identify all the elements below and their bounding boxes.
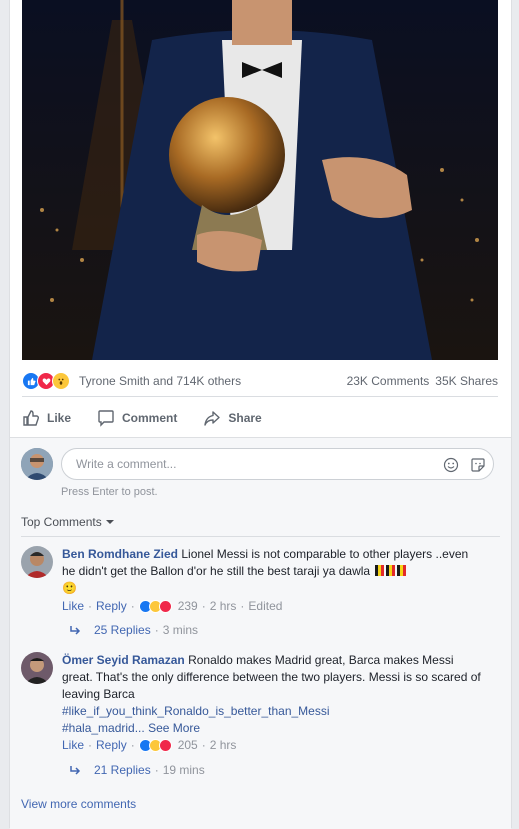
- separator-dot: ·: [154, 623, 159, 637]
- reply-arrow-icon: [70, 766, 81, 775]
- comment-input[interactable]: [74, 456, 438, 472]
- comment-body: Ben Romdhane Zied Lionel Messi is not co…: [62, 546, 482, 597]
- share-label: Share: [228, 411, 262, 425]
- reply-arrow-icon: [70, 626, 81, 635]
- like-button[interactable]: Like: [22, 409, 71, 427]
- view-more-comments-link[interactable]: View more comments: [21, 797, 136, 811]
- comment-reactions-icon[interactable]: [138, 738, 172, 752]
- share-button[interactable]: Share: [203, 409, 262, 427]
- separator-dot: ·: [130, 599, 135, 613]
- divider: [21, 536, 500, 537]
- composer-hint: Press Enter to post.: [61, 486, 158, 498]
- separator-dot: ·: [130, 738, 135, 752]
- view-replies-link[interactable]: 21 Replies: [94, 763, 151, 777]
- post-card: Tyrone Smith and 714K others 23K Comment…: [9, 0, 512, 829]
- separator-dot: ·: [88, 599, 93, 613]
- comment-reactions-icon[interactable]: [138, 599, 172, 613]
- comment-bubble-icon: [98, 410, 114, 427]
- thumbs-up-icon: [23, 410, 40, 426]
- comment-composer: [61, 448, 494, 480]
- replies-time: 3 mins: [162, 623, 199, 637]
- reaction-icons[interactable]: [22, 372, 70, 390]
- comments-section: Press Enter to post. Top Comments Ben Ro…: [10, 437, 511, 829]
- ballon-dor-photo: [22, 0, 498, 360]
- view-replies-link[interactable]: 25 Replies: [94, 623, 151, 637]
- comment-reaction-count[interactable]: 205: [178, 738, 198, 752]
- wow-reaction-icon: [52, 372, 70, 390]
- belgium-flag-icon: [397, 565, 407, 576]
- comment-reply-link[interactable]: Reply: [96, 599, 127, 613]
- belgium-flag-icon: [375, 565, 385, 576]
- commenter-avatar[interactable]: [21, 652, 53, 684]
- post-actions: Like Comment Share: [22, 404, 498, 432]
- sort-label: Top Comments: [21, 515, 102, 529]
- comments-count[interactable]: 23K Comments: [347, 374, 430, 388]
- comment-time[interactable]: 2 hrs: [210, 599, 237, 613]
- comment-like-link[interactable]: Like: [62, 599, 84, 613]
- separator-dot: ·: [240, 599, 245, 613]
- comment-item: Ben Romdhane Zied Lionel Messi is not co…: [21, 546, 491, 641]
- top-comments-dropdown[interactable]: Top Comments: [21, 515, 114, 529]
- comment-time[interactable]: 2 hrs: [210, 738, 237, 752]
- avatar[interactable]: [21, 448, 53, 480]
- comment-item: Ömer Seyid Ramazan Ronaldo makes Madrid …: [21, 652, 491, 782]
- emoji-icon[interactable]: [442, 456, 460, 474]
- belgium-flag-icon: [386, 565, 396, 576]
- replies-row: 25 Replies · 3 mins: [70, 623, 198, 637]
- comment-label: Comment: [122, 411, 178, 425]
- comment-edited[interactable]: Edited: [248, 599, 282, 613]
- sticker-icon[interactable]: [469, 456, 487, 474]
- comment-meta: Like · Reply · 239 · 2 hrs · Edited: [62, 599, 282, 613]
- divider: [22, 396, 498, 397]
- shares-count[interactable]: 35K Shares: [435, 374, 498, 388]
- separator-dot: ·: [201, 738, 206, 752]
- comment-meta: Like · Reply · 205 · 2 hrs: [62, 738, 236, 752]
- comment-author[interactable]: Ben Romdhane Zied: [62, 547, 178, 561]
- smile-emoji: 🙂: [62, 581, 77, 595]
- separator-dot: ·: [201, 599, 206, 613]
- comment-reaction-count[interactable]: 239: [178, 599, 198, 613]
- reaction-stats-row: Tyrone Smith and 714K others 23K Comment…: [22, 372, 498, 390]
- caret-down-icon: [105, 520, 114, 524]
- replies-time: 19 mins: [162, 763, 205, 777]
- separator-dot: ·: [154, 763, 159, 777]
- post-photo[interactable]: [22, 0, 498, 360]
- see-more-link[interactable]: See More: [148, 721, 200, 735]
- comment-reply-link[interactable]: Reply: [96, 738, 127, 752]
- reaction-summary[interactable]: Tyrone Smith and 714K others: [79, 374, 241, 388]
- comment-like-link[interactable]: Like: [62, 738, 84, 752]
- comment-button[interactable]: Comment: [97, 409, 177, 427]
- separator-dot: ·: [88, 738, 93, 752]
- replies-row: 21 Replies · 19 mins: [70, 763, 205, 777]
- share-arrow-icon: [204, 411, 221, 426]
- comment-author[interactable]: Ömer Seyid Ramazan: [62, 653, 185, 667]
- hashtag-link[interactable]: #like_if_you_think_Ronaldo_is_better_tha…: [62, 704, 330, 718]
- comment-body: Ömer Seyid Ramazan Ronaldo makes Madrid …: [62, 652, 482, 737]
- like-label: Like: [47, 411, 72, 425]
- commenter-avatar[interactable]: [21, 546, 53, 578]
- hashtag-link[interactable]: #hala_madrid...: [62, 721, 145, 735]
